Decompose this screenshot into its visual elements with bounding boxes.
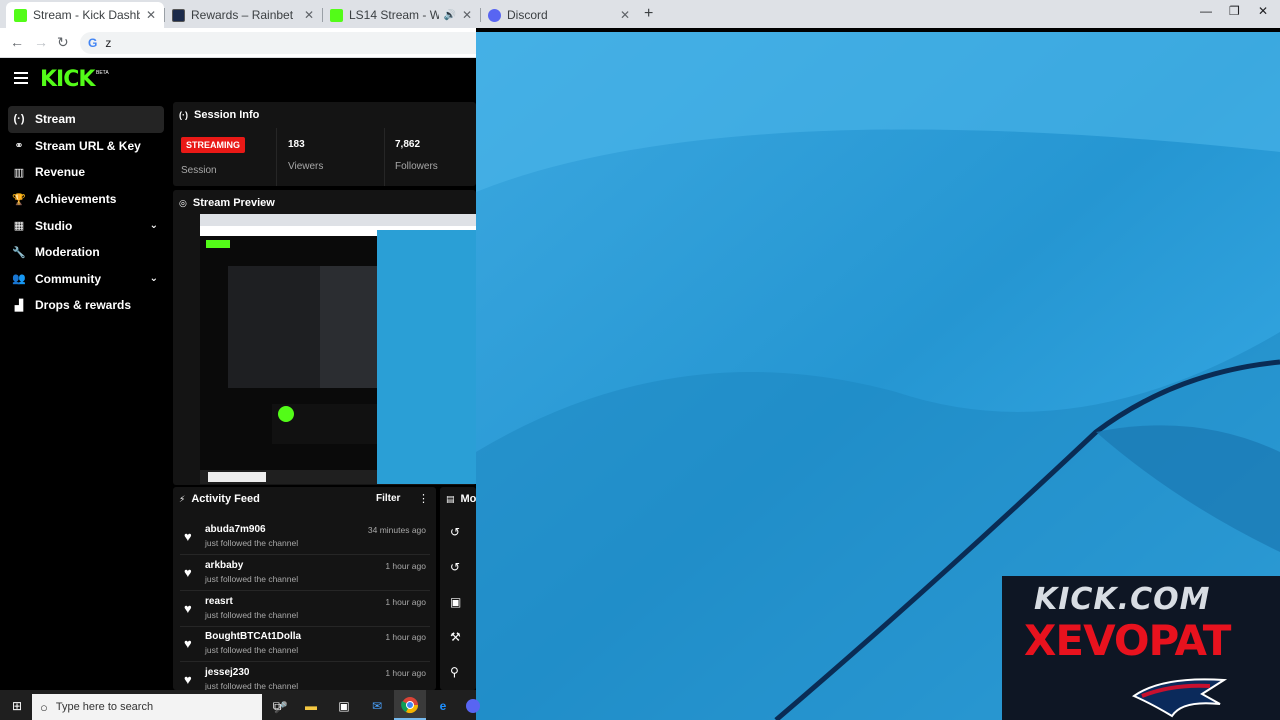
tab-separator <box>164 8 165 22</box>
patriots-logo-icon <box>1132 678 1228 718</box>
discord-taskbar-icon[interactable] <box>464 697 482 715</box>
mod-actions-panel: ▤ Mod ↺ ↺ ▣ ⚒ ⚲ <box>440 487 476 690</box>
address-input[interactable]: G z <box>80 32 476 54</box>
edge-icon[interactable]: e <box>434 697 452 715</box>
chrome-icon <box>401 697 419 714</box>
kick-favicon-icon <box>14 8 27 22</box>
tab-separator <box>322 8 323 22</box>
sidebar-item-community[interactable]: 👥 Community ⌄ <box>8 266 164 293</box>
browser-tab-bar: Stream - Kick Dashboard ✕ Rewards – Rain… <box>0 0 1280 28</box>
heart-icon: ♥ <box>184 529 192 544</box>
tab-separator <box>480 8 481 22</box>
document-icon: ▤ <box>446 493 455 504</box>
film-icon: ▦ <box>13 220 25 233</box>
sidebar-item-studio[interactable]: ▦ Studio ⌄ <box>8 212 164 239</box>
chrome-taskbar-button[interactable] <box>394 690 426 720</box>
chevron-down-icon[interactable]: ⌄ <box>150 220 158 231</box>
beta-label: BETA <box>96 70 109 76</box>
wrench-icon: 🔧 <box>12 246 26 259</box>
close-tab-icon[interactable]: ✕ <box>304 8 314 22</box>
preview-icon: ◎ <box>179 197 187 208</box>
close-tab-icon[interactable]: ✕ <box>146 8 156 22</box>
reload-icon[interactable]: ↻ <box>57 34 69 51</box>
chart-icon: ▥ <box>13 166 25 179</box>
followers-count: 7,862 <box>395 139 421 150</box>
sidebar-item-stream-url-key[interactable]: ⚭ Stream URL & Key <box>8 133 164 160</box>
broadcast-icon: (·) <box>13 113 25 126</box>
restore-icon[interactable]: ❐ <box>1229 4 1240 18</box>
address-bar-row: ← → ↻ G z <box>0 28 476 58</box>
close-tab-icon[interactable]: ✕ <box>620 8 630 22</box>
tab-kick-dashboard[interactable]: Stream - Kick Dashboard ✕ <box>6 2 164 28</box>
heart-icon: ♥ <box>184 672 192 687</box>
activity-feed-item: ♥ arkbaby just followed the channel 1 ho… <box>180 555 430 591</box>
store-icon[interactable]: ▣ <box>335 697 353 715</box>
heart-icon: ♥ <box>184 636 192 651</box>
search-icon: ○ <box>40 699 48 715</box>
streaming-status-badge: STREAMING <box>181 137 245 153</box>
speaker-icon[interactable]: 🔊 <box>443 10 455 21</box>
sidebar-item-stream[interactable]: (·) Stream <box>8 106 164 133</box>
broadcast-icon: (·) <box>179 110 188 120</box>
stream-preview-header: ◎ Stream Preview <box>179 197 275 209</box>
viewers-label: Viewers <box>288 161 324 172</box>
overlay-site-text: KICK.COM <box>1034 582 1211 617</box>
box-icon: ▣ <box>450 595 462 609</box>
new-tab-icon[interactable]: + <box>644 5 653 23</box>
undo-icon: ↺ <box>450 560 461 574</box>
kick-favicon-icon <box>330 8 343 22</box>
overlay-streamer-name: XEVOPAT <box>1024 616 1231 665</box>
google-icon: G <box>88 36 98 50</box>
users-icon: 👥 <box>12 273 26 286</box>
activity-feed-item: ♥ BoughtBTCAt1Dolla just followed the ch… <box>180 626 430 662</box>
heart-icon: ♥ <box>184 565 192 580</box>
pin-icon: ⚲ <box>450 665 459 679</box>
session-label: Session <box>181 165 217 176</box>
activity-feed-item: ♥ reasrt just followed the channel 1 hou… <box>180 591 430 627</box>
sidebar-item-drops-rewards[interactable]: ▟ Drops & rewards <box>8 292 164 319</box>
sidebar: (·) Stream ⚭ Stream URL & Key ▥ Revenue … <box>8 106 164 319</box>
stream-preview-thumbnail[interactable] <box>200 214 476 484</box>
heart-icon: ♥ <box>184 601 192 616</box>
viewers-stat-cell <box>277 128 385 186</box>
task-view-icon[interactable]: ⧉ <box>268 697 286 715</box>
tab-ls14-stream[interactable]: LS14 Stream - Watch Live o 🔊 ✕ <box>322 2 480 28</box>
minimize-icon[interactable]: — <box>1200 4 1212 18</box>
sidebar-item-achievements[interactable]: 🏆 Achievements <box>8 186 164 213</box>
rainbet-favicon-icon <box>172 8 185 22</box>
windows-start-icon[interactable]: ⊞ <box>8 697 26 715</box>
preview-screen-graphic <box>200 214 476 484</box>
discord-favicon-icon <box>488 8 501 22</box>
lightning-icon: ⚡ <box>179 493 186 504</box>
drops-icon: ▟ <box>14 299 24 312</box>
file-explorer-icon[interactable]: ▬ <box>302 697 320 715</box>
taskbar-search-input[interactable]: ○ Type here to search 🎤 <box>32 694 288 720</box>
tab-discord[interactable]: Discord ✕ <box>480 2 638 28</box>
close-tab-icon[interactable]: ✕ <box>462 8 472 22</box>
activity-feed-item: ♥ abuda7m906 just followed the channel 3… <box>180 519 430 555</box>
tab-rainbet[interactable]: Rewards – Rainbet ✕ <box>164 2 322 28</box>
chevron-down-icon[interactable]: ⌄ <box>150 273 158 284</box>
mod-actions-header: ▤ Mod <box>446 493 476 505</box>
session-info-header: (·) Session Info <box>179 109 260 121</box>
menu-icon[interactable] <box>14 72 28 84</box>
gavel-icon: ⚒ <box>450 630 461 644</box>
viewers-count: 183 <box>288 139 305 150</box>
close-window-icon[interactable]: ✕ <box>1258 4 1268 18</box>
forward-icon[interactable]: → <box>34 34 48 50</box>
link-icon: ⚭ <box>14 140 24 153</box>
sidebar-item-moderation[interactable]: 🔧 Moderation <box>8 239 164 266</box>
undo-icon: ↺ <box>450 525 461 539</box>
activity-feed-item: ♥ jessej230 just followed the channel 1 … <box>184 667 426 690</box>
mail-icon[interactable]: ✉ <box>368 697 386 715</box>
trophy-icon: 🏆 <box>12 193 26 206</box>
kick-logo[interactable]: KICK <box>40 67 95 92</box>
back-icon[interactable]: ← <box>10 34 24 50</box>
followers-label: Followers <box>395 161 438 172</box>
filter-button[interactable]: Filter <box>376 493 400 504</box>
sidebar-item-revenue[interactable]: ▥ Revenue <box>8 159 164 186</box>
more-options-icon[interactable]: ⋮ <box>418 492 429 505</box>
